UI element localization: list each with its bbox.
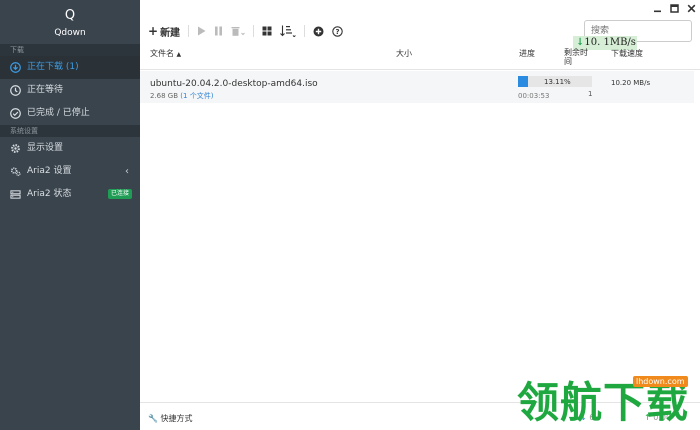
task-file-size: 2.68 GB (1 个文件) (150, 92, 214, 100)
task-remaining-time: 1 (588, 90, 593, 98)
chevron-left-icon[interactable]: ‹ (125, 160, 129, 183)
col-header-size[interactable]: 大小 (396, 48, 412, 59)
clock-icon (10, 85, 21, 96)
window-controls (652, 3, 696, 15)
col-header-speed[interactable]: 下载速度 (611, 48, 643, 59)
plus-icon: + (148, 24, 159, 38)
help-icon: ? (332, 25, 343, 37)
col-header-progress[interactable]: 进度 (519, 48, 535, 59)
section-header-download: 下载 (0, 44, 140, 56)
col-header-name[interactable]: 文件名 ▲ (150, 48, 181, 59)
wrench-icon: 🔧 (148, 414, 158, 423)
maximize-icon[interactable] (669, 3, 679, 13)
sidebar-item-label: 正在等待 (27, 85, 64, 95)
progress-percent: 13.11% (544, 78, 571, 86)
server-icon (10, 190, 21, 199)
svg-text:?: ? (336, 28, 340, 36)
app-name: Qdown (54, 28, 86, 38)
toolbar-divider (253, 25, 255, 37)
task-elapsed-time: 00:03:53 (518, 92, 550, 100)
pause-icon (215, 26, 223, 36)
progress-bar-fill (518, 76, 528, 87)
section-header-settings: 系统设置 (0, 125, 140, 137)
sidebar-item-downloading[interactable]: 正在下载 (1) (0, 56, 140, 79)
start-button[interactable] (197, 22, 206, 40)
watermark-url: lhdown.com (633, 376, 688, 387)
select-all-button[interactable] (262, 22, 272, 40)
sidebar: Q Qdown 下载 正在下载 (1) 正在等待 已完成 / 已停止 系统设置 … (0, 0, 140, 430)
sidebar-item-label: Aria2 设置 (27, 166, 72, 176)
pause-button[interactable] (214, 22, 223, 40)
sidebar-item-completed[interactable]: 已完成 / 已停止 (0, 102, 140, 125)
app-logo: Q (64, 8, 76, 23)
sidebar-item-display-settings[interactable]: 显示设置 (0, 137, 140, 160)
task-file-count-link[interactable]: (1 个文件) (180, 92, 213, 100)
table-row[interactable]: ubuntu-20.04.2.0-desktop-amd64.iso 2.68 … (140, 71, 694, 103)
task-table-header: 文件名 ▲ 大小 进度 剩余时间 下载速度 (140, 44, 700, 70)
toolbar-divider (188, 25, 190, 37)
toolbar-divider (304, 25, 306, 37)
plus-circle-icon (313, 26, 324, 36)
help-button[interactable]: ? (332, 22, 343, 40)
sort-button[interactable] (280, 22, 296, 40)
new-task-label: 新建 (160, 27, 181, 39)
col-header-remaining[interactable]: 剩余时间 (564, 48, 592, 66)
sidebar-item-aria2-settings[interactable]: Aria2 设置 ‹ (0, 160, 140, 183)
gear-icon (11, 144, 20, 153)
grid-icon (262, 26, 272, 36)
delete-button[interactable] (231, 22, 245, 40)
watermark: 领航下载 lhdown.com (517, 372, 700, 430)
status-badge: 已连接 (107, 189, 132, 199)
trash-icon (231, 27, 245, 36)
sidebar-item-label: 显示设置 (27, 143, 64, 153)
close-icon[interactable] (686, 3, 696, 13)
check-circle-icon (10, 108, 21, 119)
sidebar-item-label: Aria2 状态 (27, 189, 72, 199)
sort-asc-icon: ▲ (176, 51, 182, 58)
add-torrent-button[interactable] (313, 22, 324, 40)
sidebar-item-label: 正在下载 (1) (27, 62, 79, 72)
sort-icon (280, 25, 296, 37)
new-task-button[interactable]: + 新建 (148, 22, 180, 40)
shortcut-button[interactable]: 🔧 快捷方式 (148, 413, 193, 424)
play-icon (198, 26, 206, 36)
brand[interactable]: Q Qdown (0, 0, 140, 44)
download-circle-icon (10, 62, 21, 73)
gears-icon (10, 167, 21, 177)
sidebar-item-aria2-status[interactable]: Aria2 状态 已连接 (0, 183, 140, 206)
task-file-name: ubuntu-20.04.2.0-desktop-amd64.iso (150, 79, 318, 89)
minimize-icon[interactable] (652, 3, 662, 13)
task-download-speed: 10.20 MB/s (611, 79, 651, 87)
sidebar-item-waiting[interactable]: 正在等待 (0, 79, 140, 102)
sidebar-item-label: 已完成 / 已停止 (27, 108, 90, 118)
